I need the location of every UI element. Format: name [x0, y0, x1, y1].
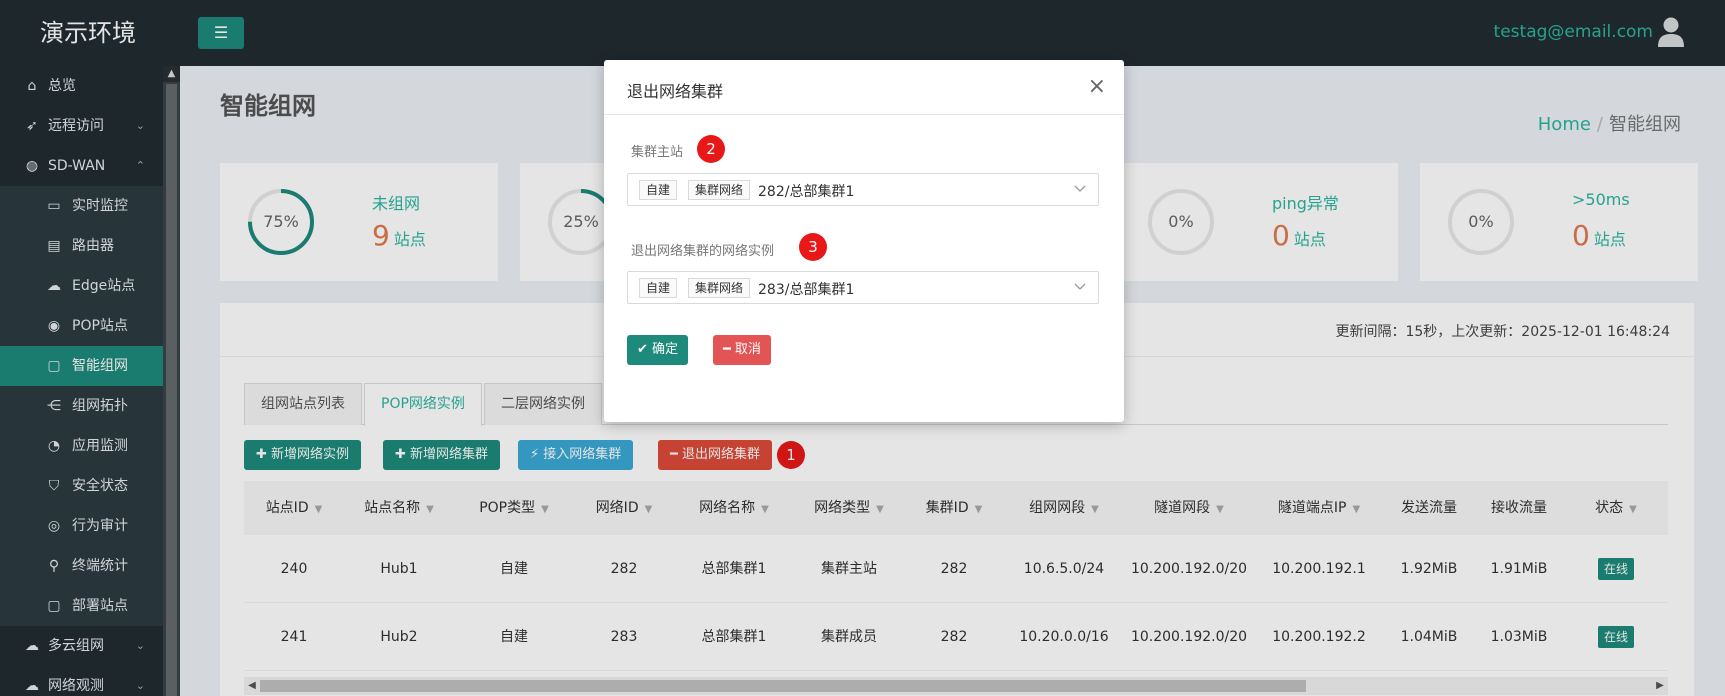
- dialog-title: 退出网络集群: [627, 82, 724, 101]
- cluster-master-label: 集群主站: [631, 145, 684, 160]
- cluster-master-select[interactable]: 自建 集群网络 282/总部集群1: [627, 173, 1099, 206]
- close-icon[interactable]: ×: [1088, 74, 1106, 99]
- select-value: 283/总部集群1: [758, 282, 855, 298]
- step-marker-2: 2: [697, 135, 725, 163]
- tag-self-built: 自建: [639, 278, 678, 298]
- chevron-down-icon: [1074, 283, 1086, 290]
- select-value: 282/总部集群1: [758, 184, 855, 200]
- button-label: 取消: [734, 342, 761, 357]
- cancel-button[interactable]: ━ 取消: [713, 335, 771, 365]
- confirm-button[interactable]: ✔ 确定: [627, 335, 689, 365]
- exit-instance-select[interactable]: 自建 集群网络 283/总部集群1: [627, 271, 1099, 304]
- exit-instance-label: 退出网络集群的网络实例: [631, 244, 775, 259]
- tag-cluster-network: 集群网络: [688, 180, 751, 200]
- check-icon: ✔: [637, 342, 653, 357]
- step-marker-3: 3: [799, 233, 827, 261]
- minus-icon: ━: [723, 342, 735, 357]
- tag-cluster-network: 集群网络: [688, 278, 751, 298]
- button-label: 确定: [652, 342, 679, 357]
- tag-self-built: 自建: [639, 180, 678, 200]
- exit-cluster-dialog: 退出网络集群 × 集群主站 2 自建 集群网络 282/总部集群1 退出网络集群…: [604, 60, 1124, 422]
- dialog-header: 退出网络集群 ×: [604, 60, 1124, 115]
- chevron-down-icon: [1074, 185, 1086, 192]
